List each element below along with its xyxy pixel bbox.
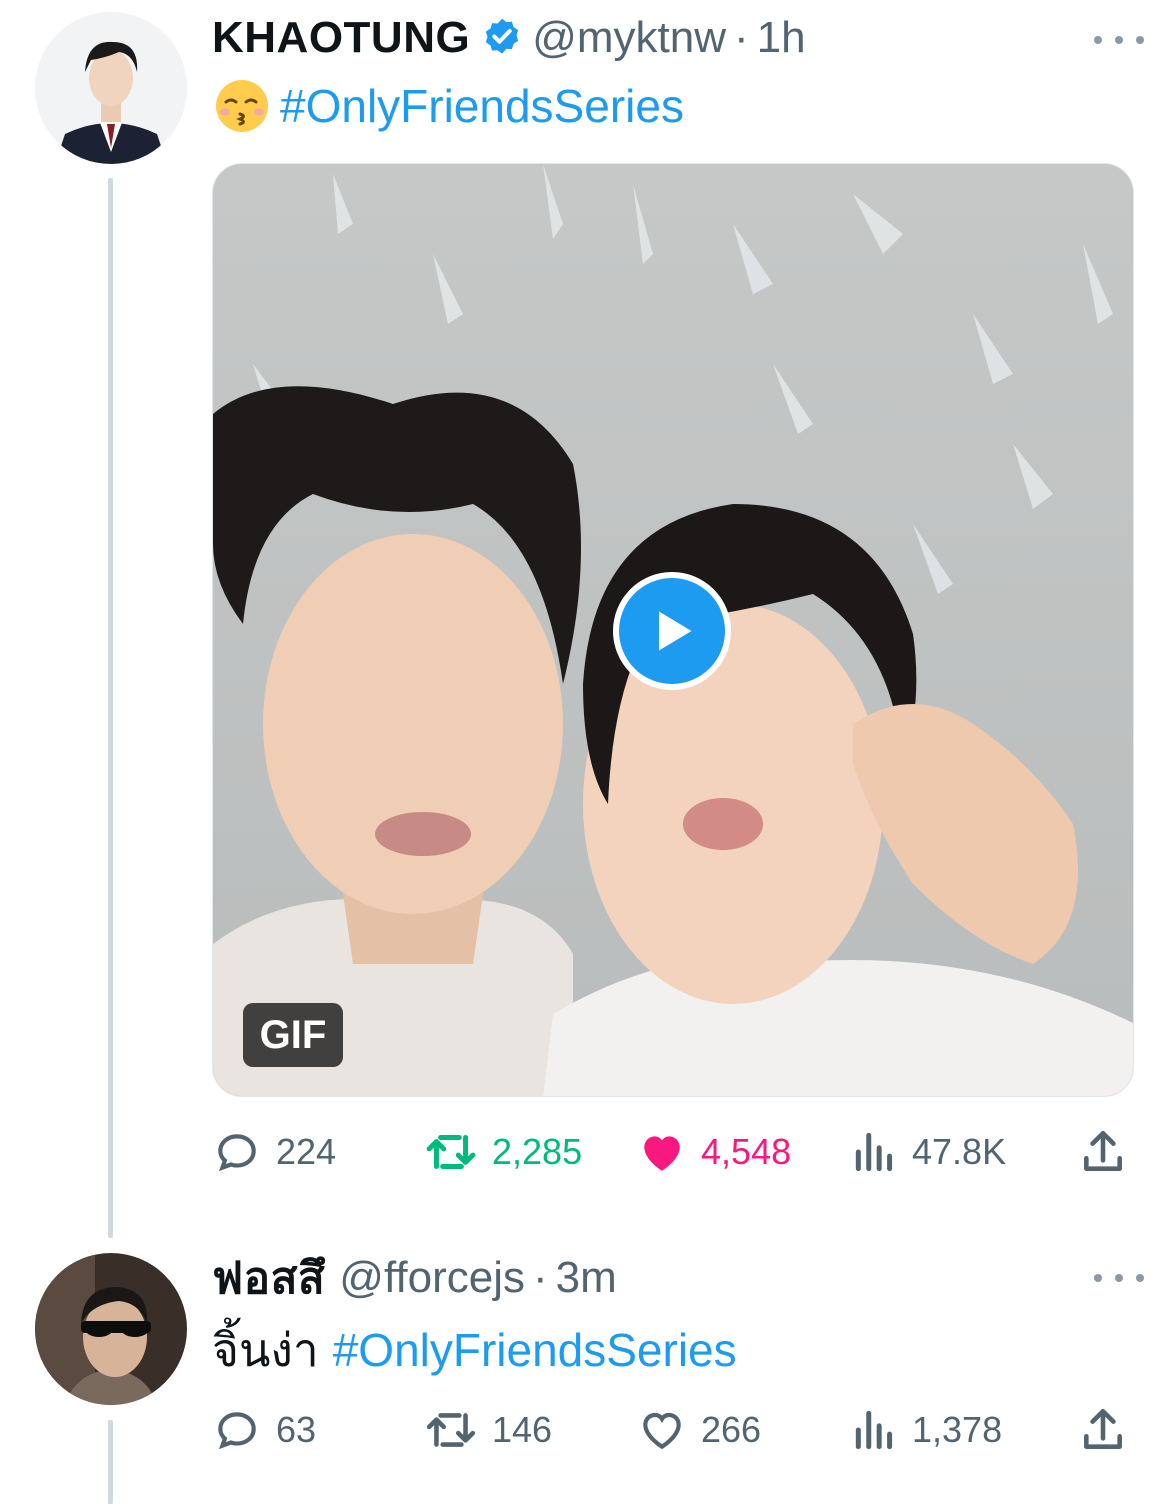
tweet-actions: 224 2,285 4,548 47.8K — [212, 1122, 1134, 1182]
reply-button[interactable]: 63 — [212, 1400, 316, 1460]
retweet-button[interactable]: 2,285 — [424, 1122, 582, 1182]
thread-connector — [108, 1420, 113, 1504]
author-handle[interactable]: @myktnw — [532, 13, 726, 63]
retweet-count: 2,285 — [492, 1131, 583, 1172]
play-icon — [659, 611, 692, 651]
share-button[interactable] — [1078, 1400, 1142, 1460]
reply-icon — [218, 1412, 256, 1450]
views-icon — [855, 1132, 893, 1172]
share-button[interactable] — [1078, 1122, 1142, 1182]
like-button[interactable]: 4,548 — [637, 1122, 791, 1182]
reply-icon — [218, 1134, 256, 1172]
verified-badge-icon — [480, 16, 524, 60]
share-icon — [1084, 1408, 1122, 1449]
tweet-header: ฟอสสึ @fforcejs · 3m — [212, 1248, 617, 1308]
author-handle[interactable]: @fforcejs — [339, 1253, 525, 1303]
reply-count: 63 — [276, 1409, 317, 1450]
view-count: 1,378 — [912, 1409, 1003, 1450]
view-count: 47.8K — [912, 1131, 1007, 1172]
more-options-icon[interactable] — [1094, 1263, 1144, 1293]
retweet-icon — [426, 1413, 476, 1447]
retweet-icon — [426, 1134, 476, 1170]
avatar[interactable] — [35, 1253, 187, 1405]
separator-dot: · — [734, 13, 749, 62]
display-name[interactable]: KHAOTUNG — [212, 13, 470, 63]
reply-button[interactable]: 224 — [212, 1122, 336, 1182]
kissing-face-with-closed-eyes-icon — [214, 78, 270, 134]
reply-count: 224 — [276, 1131, 337, 1172]
heart-outline-icon — [643, 1412, 681, 1450]
play-button[interactable] — [613, 572, 731, 690]
tweet-body: จิ้นง่า — [212, 1323, 319, 1376]
hashtag-link[interactable]: #OnlyFriendsSeries — [280, 79, 684, 133]
timeline: KHAOTUNG @myktnw · 1h #OnlyFriendsSeries… — [0, 0, 1170, 1504]
retweet-button[interactable]: 146 — [424, 1400, 552, 1460]
tweet-header: KHAOTUNG @myktnw · 1h — [212, 8, 806, 68]
views-button[interactable]: 47.8K — [852, 1122, 1006, 1182]
thread-connector — [108, 178, 113, 1238]
like-count: 266 — [701, 1409, 762, 1450]
tweet-text: #OnlyFriendsSeries — [214, 76, 684, 136]
share-icon — [1084, 1130, 1122, 1171]
heart-filled-icon — [644, 1136, 680, 1171]
views-button[interactable]: 1,378 — [852, 1400, 1002, 1460]
hashtag-link[interactable]: #OnlyFriendsSeries — [333, 1323, 737, 1377]
tweet-actions: 63 146 266 1,378 — [212, 1400, 1134, 1460]
more-options-icon[interactable] — [1094, 25, 1144, 55]
tweet-text: จิ้นง่า #OnlyFriendsSeries — [212, 1320, 737, 1380]
tweet-timestamp[interactable]: 3m — [556, 1253, 617, 1303]
display-name[interactable]: ฟอสสึ — [212, 1243, 325, 1313]
like-button[interactable]: 266 — [637, 1400, 761, 1460]
like-count: 4,548 — [701, 1131, 792, 1172]
tweet-timestamp[interactable]: 1h — [757, 13, 806, 63]
separator-dot: · — [533, 1253, 548, 1302]
retweet-count: 146 — [492, 1409, 553, 1450]
gif-badge: GIF — [243, 1003, 343, 1067]
views-icon — [855, 1410, 893, 1450]
avatar[interactable] — [35, 12, 187, 164]
